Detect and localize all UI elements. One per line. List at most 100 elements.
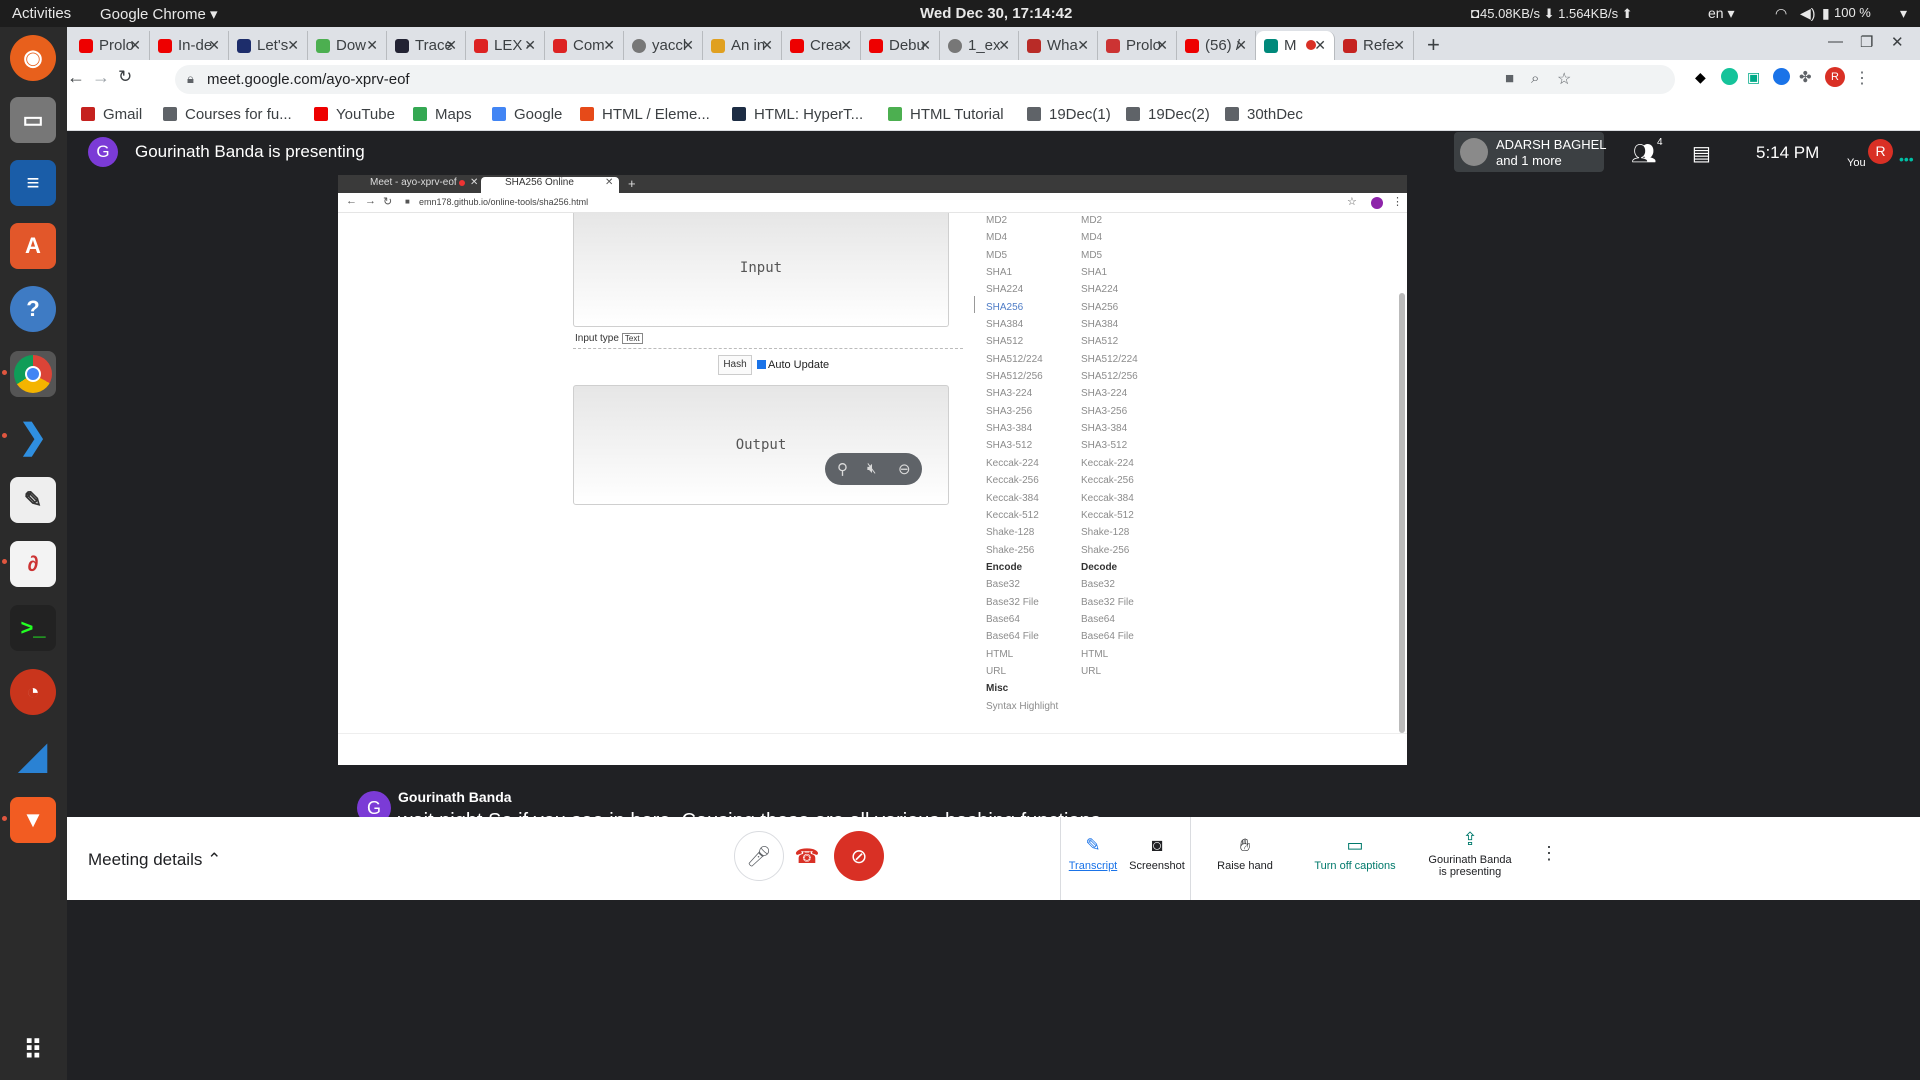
more-options-icon[interactable]: ⋮ bbox=[1540, 843, 1558, 864]
files-icon[interactable]: ▭ bbox=[10, 97, 56, 143]
chrome-icon[interactable] bbox=[10, 351, 56, 397]
forward-icon[interactable]: → bbox=[92, 67, 110, 88]
tab-meet-active[interactable]: M ✕ bbox=[1256, 31, 1335, 60]
address-bar[interactable]: 🔒︎ meet.google.com/ayo-xprv-eof ■ ⌕ ☆ bbox=[175, 65, 1675, 94]
raise-hand-button[interactable]: ✋︎ Raise hand bbox=[1210, 835, 1280, 872]
new-tab-button[interactable]: + bbox=[1427, 32, 1440, 58]
close-icon[interactable]: ✕ bbox=[682, 37, 694, 54]
bookmark-gmail[interactable]: Gmail bbox=[81, 106, 142, 123]
close-icon[interactable]: ✕ bbox=[366, 37, 378, 54]
bookmark-folder-19dec1[interactable]: 19Dec(1) bbox=[1027, 106, 1111, 123]
firefox-icon[interactable]: ◉ bbox=[10, 35, 56, 81]
close-icon[interactable]: ✕ bbox=[524, 37, 536, 54]
software-center-icon[interactable]: A bbox=[10, 223, 56, 269]
close-icon[interactable]: ✕ bbox=[1393, 37, 1405, 54]
language-selector[interactable]: en ▾ bbox=[1708, 5, 1735, 22]
tab-9[interactable]: An in ✕ bbox=[703, 31, 782, 60]
leave-call-button[interactable]: ☎ bbox=[782, 831, 832, 881]
system-menu-icon[interactable]: ▾ bbox=[1900, 5, 1907, 22]
close-icon[interactable]: ✕ bbox=[1314, 37, 1326, 54]
wifi-icon[interactable]: ◠ bbox=[1775, 5, 1787, 22]
bookmark-html-element[interactable]: HTML / Eleme... bbox=[580, 106, 710, 123]
app-menu[interactable]: Google Chrome ▾ bbox=[100, 5, 218, 23]
wireshark-icon[interactable]: ◢ bbox=[10, 733, 56, 779]
back-icon[interactable]: ← bbox=[67, 67, 85, 88]
tab-8[interactable]: yaccl ✕ bbox=[624, 31, 703, 60]
tab-5[interactable]: Trace ✕ bbox=[387, 31, 466, 60]
more-options-icon[interactable]: ••• bbox=[1899, 151, 1914, 167]
tab-4[interactable]: Dow ✕ bbox=[308, 31, 387, 60]
participant-tile[interactable]: ADARSH BAGHEL and 1 more bbox=[1454, 132, 1607, 172]
close-icon[interactable]: ✕ bbox=[998, 37, 1010, 54]
presenting-button[interactable]: ⇪ Gourinath Banda is presenting bbox=[1425, 829, 1515, 878]
activities-button[interactable]: Activities bbox=[12, 5, 71, 22]
system-clock[interactable]: Wed Dec 30, 17:14:42 bbox=[920, 5, 1072, 22]
close-icon[interactable]: ✕ bbox=[129, 37, 141, 54]
meeting-details-button[interactable]: Meeting details ⌃ bbox=[88, 850, 221, 870]
tab-1[interactable]: Prolo ✕ bbox=[71, 31, 150, 60]
vscode-icon[interactable]: ❯ bbox=[10, 414, 56, 460]
battery-icon[interactable]: ▮ bbox=[1822, 5, 1830, 22]
bookmark-html-tutorial[interactable]: HTML Tutorial bbox=[888, 106, 1004, 123]
tab-15[interactable]: (56) / ✕ bbox=[1177, 31, 1256, 60]
maximize-button[interactable]: ❐ bbox=[1860, 33, 1873, 51]
people-icon[interactable]: 👥︎ bbox=[1631, 141, 1656, 166]
close-icon[interactable]: ✕ bbox=[840, 37, 852, 54]
brave-icon[interactable]: ▼ bbox=[10, 797, 56, 843]
bookmark-folder-30thdec[interactable]: 30thDec bbox=[1225, 106, 1303, 123]
extension-icon[interactable] bbox=[1773, 68, 1790, 85]
text-editor-icon[interactable]: ✎ bbox=[10, 477, 56, 523]
close-icon[interactable]: ✕ bbox=[208, 37, 220, 54]
tab-13[interactable]: Wha ✕ bbox=[1019, 31, 1098, 60]
tab-3[interactable]: Let's ✕ bbox=[229, 31, 308, 60]
pdf-viewer-icon[interactable]: ∂ bbox=[10, 541, 56, 587]
extension-icon[interactable]: ◆ bbox=[1695, 69, 1706, 86]
tab-17[interactable]: Refe ✕ bbox=[1335, 31, 1414, 60]
bookmark-html-hypertext[interactable]: HTML: HyperT... bbox=[732, 106, 863, 123]
volume-icon[interactable]: ◀) bbox=[1800, 5, 1815, 22]
bookmark-youtube[interactable]: YouTube bbox=[314, 106, 395, 123]
tab-14[interactable]: Prolo ✕ bbox=[1098, 31, 1177, 60]
chat-icon[interactable]: ▤ bbox=[1692, 141, 1711, 166]
show-apps-icon[interactable]: ⠿ bbox=[10, 1027, 56, 1073]
writer-icon[interactable]: ≡ bbox=[10, 160, 56, 206]
help-icon[interactable]: ? bbox=[10, 286, 56, 332]
bookmark-folder-19dec2[interactable]: 19Dec(2) bbox=[1126, 106, 1210, 123]
grammarly-icon[interactable] bbox=[1721, 68, 1738, 85]
menu-dots-icon[interactable]: ⋮ bbox=[1854, 68, 1870, 88]
reload-icon[interactable]: ↻ bbox=[118, 67, 132, 87]
transcript-button[interactable]: ✎ Transcript bbox=[1068, 835, 1118, 872]
close-window-button[interactable]: ✕ bbox=[1891, 33, 1904, 51]
tab-10[interactable]: Crea ✕ bbox=[782, 31, 861, 60]
microphone-button[interactable]: 🎤︎ bbox=[734, 831, 784, 881]
zoom-icon[interactable]: ⌕ bbox=[1531, 70, 1539, 87]
bookmark-maps[interactable]: Maps bbox=[413, 106, 472, 123]
close-icon[interactable]: ✕ bbox=[1077, 37, 1089, 54]
profile-avatar[interactable]: R bbox=[1825, 67, 1845, 87]
tab-6[interactable]: LEX - ✕ bbox=[466, 31, 545, 60]
terminal-icon[interactable]: >_ bbox=[10, 605, 56, 651]
minimize-button[interactable]: — bbox=[1828, 33, 1843, 50]
tab-7[interactable]: Com ✕ bbox=[545, 31, 624, 60]
close-icon[interactable]: ✕ bbox=[761, 37, 773, 54]
close-icon[interactable]: ✕ bbox=[445, 37, 457, 54]
camera-icon[interactable]: ■ bbox=[1505, 70, 1514, 87]
tab-11[interactable]: Debu ✕ bbox=[861, 31, 940, 60]
tab-12[interactable]: 1_ex ✕ bbox=[940, 31, 1019, 60]
extension-icon[interactable]: ▣ bbox=[1747, 69, 1760, 86]
bookmark-google[interactable]: Google bbox=[492, 106, 562, 123]
close-icon[interactable]: ✕ bbox=[603, 37, 615, 54]
bookmark-star-icon[interactable]: ☆ bbox=[1557, 69, 1571, 89]
tab-2[interactable]: In-de ✕ bbox=[150, 31, 229, 60]
close-icon[interactable]: ✕ bbox=[919, 37, 931, 54]
camera-button[interactable]: ⊘ bbox=[834, 831, 884, 881]
close-icon[interactable]: ✕ bbox=[1235, 37, 1247, 54]
app-icon-red[interactable]: ◔ bbox=[10, 669, 56, 715]
url-text[interactable]: meet.google.com/ayo-xprv-eof bbox=[207, 71, 410, 88]
close-icon[interactable]: ✕ bbox=[1156, 37, 1168, 54]
puzzle-icon[interactable]: ✤ bbox=[1799, 68, 1812, 86]
screenshot-button[interactable]: ◙ Screenshot bbox=[1122, 835, 1192, 872]
close-icon[interactable]: ✕ bbox=[287, 37, 299, 54]
bookmark-courses[interactable]: Courses for fu... bbox=[163, 106, 292, 123]
captions-button[interactable]: ▭ Turn off captions bbox=[1305, 835, 1405, 872]
